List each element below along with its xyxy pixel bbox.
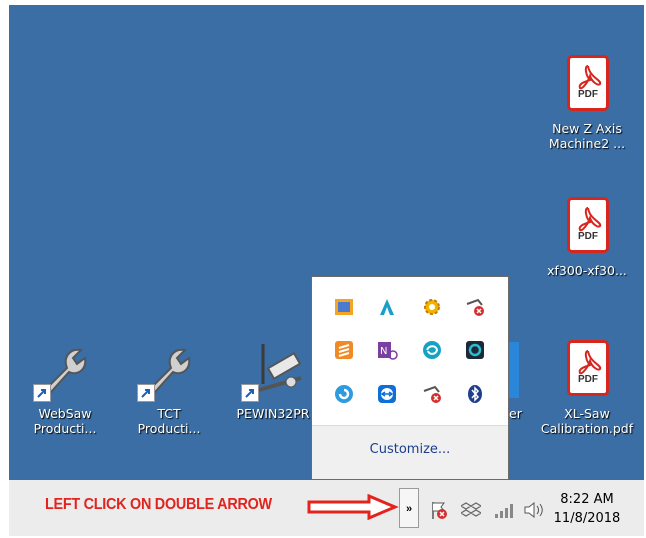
show-hidden-icons-button[interactable]: » <box>399 488 419 528</box>
tray-overflow-popup: N Customize... <box>311 276 509 480</box>
pdf-icon: PDF <box>555 53 619 117</box>
icon-label-2: Producti... <box>137 421 201 436</box>
icon-label: PEWIN32PR <box>236 406 310 421</box>
autodesk-icon[interactable] <box>376 296 398 318</box>
shortcut-arrow-icon <box>137 384 155 402</box>
network-error-icon[interactable] <box>421 383 443 405</box>
annotation-arrow-icon <box>307 493 399 525</box>
syringe-icon <box>241 338 305 402</box>
annotation-instruction: LEFT CLICK ON DOUBLE ARROW <box>45 496 272 513</box>
system-clock[interactable]: 8:22 AM 11/8/2018 <box>547 490 627 528</box>
pdf-badge-text: PDF <box>578 231 598 242</box>
desktop-icon-websaw[interactable]: WebSaw Producti... <box>17 338 113 436</box>
pdf-icon: PDF <box>555 195 619 259</box>
icon-label-2: Producti... <box>33 421 97 436</box>
clock-time: 8:22 AM <box>560 492 614 507</box>
icon-label: TCT <box>157 406 181 421</box>
wrench-icon <box>33 338 97 402</box>
partial-icon <box>509 338 529 402</box>
icon-label-2: Calibration.pdf <box>540 421 634 436</box>
icon-label: New Z Axis <box>552 121 622 136</box>
icon-label: xf300-xf30... <box>547 263 627 278</box>
sun-gear-icon[interactable] <box>421 296 443 318</box>
pdf-badge-text: PDF <box>578 374 598 385</box>
onenote-icon[interactable]: N <box>376 339 398 361</box>
taskbar: LEFT CLICK ON DOUBLE ARROW » 8:22 AM 11/… <box>9 480 644 536</box>
dropbox-icon[interactable] <box>459 500 483 520</box>
action-center-flag-icon[interactable] <box>429 500 449 520</box>
wrench-icon <box>137 338 201 402</box>
volume-icon[interactable] <box>523 500 543 520</box>
desktop-icon-xl-saw-pdf[interactable]: PDF XL-Saw Calibration.pdf <box>539 338 635 436</box>
desktop-icon-pewin32pro[interactable]: PEWIN32PR <box>225 338 321 421</box>
customize-bar: Customize... <box>312 425 508 479</box>
icon-label: XL-Saw <box>564 406 610 421</box>
signal-icon[interactable] <box>493 500 513 520</box>
refresh-icon[interactable] <box>333 383 355 405</box>
desktop-icon-xf300-pdf[interactable]: PDF xf300-xf30... <box>539 195 635 278</box>
bluetooth-icon[interactable] <box>464 383 486 405</box>
svg-text:N: N <box>380 346 387 357</box>
quickbooks-icon[interactable] <box>464 339 486 361</box>
shortcut-arrow-icon <box>241 384 259 402</box>
desktop-icon-new-z-axis-pdf[interactable]: PDF New Z Axis Machine2 ... <box>539 53 635 151</box>
desktop-icon-tct[interactable]: TCT Producti... <box>121 338 217 436</box>
shortcut-arrow-icon <box>33 384 51 402</box>
pdf-icon: PDF <box>555 338 619 402</box>
icon-label: WebSaw <box>38 406 92 421</box>
pdf-badge-text: PDF <box>578 89 598 100</box>
icon-label-2: Machine2 ... <box>548 136 626 151</box>
customize-link[interactable]: Customize... <box>312 442 508 457</box>
seagate-icon[interactable] <box>421 339 443 361</box>
sublime-icon[interactable] <box>333 339 355 361</box>
folder-app-icon[interactable] <box>333 296 355 318</box>
network-error-icon[interactable] <box>464 296 486 318</box>
clock-date: 11/8/2018 <box>553 511 621 526</box>
teamviewer-icon[interactable] <box>376 383 398 405</box>
